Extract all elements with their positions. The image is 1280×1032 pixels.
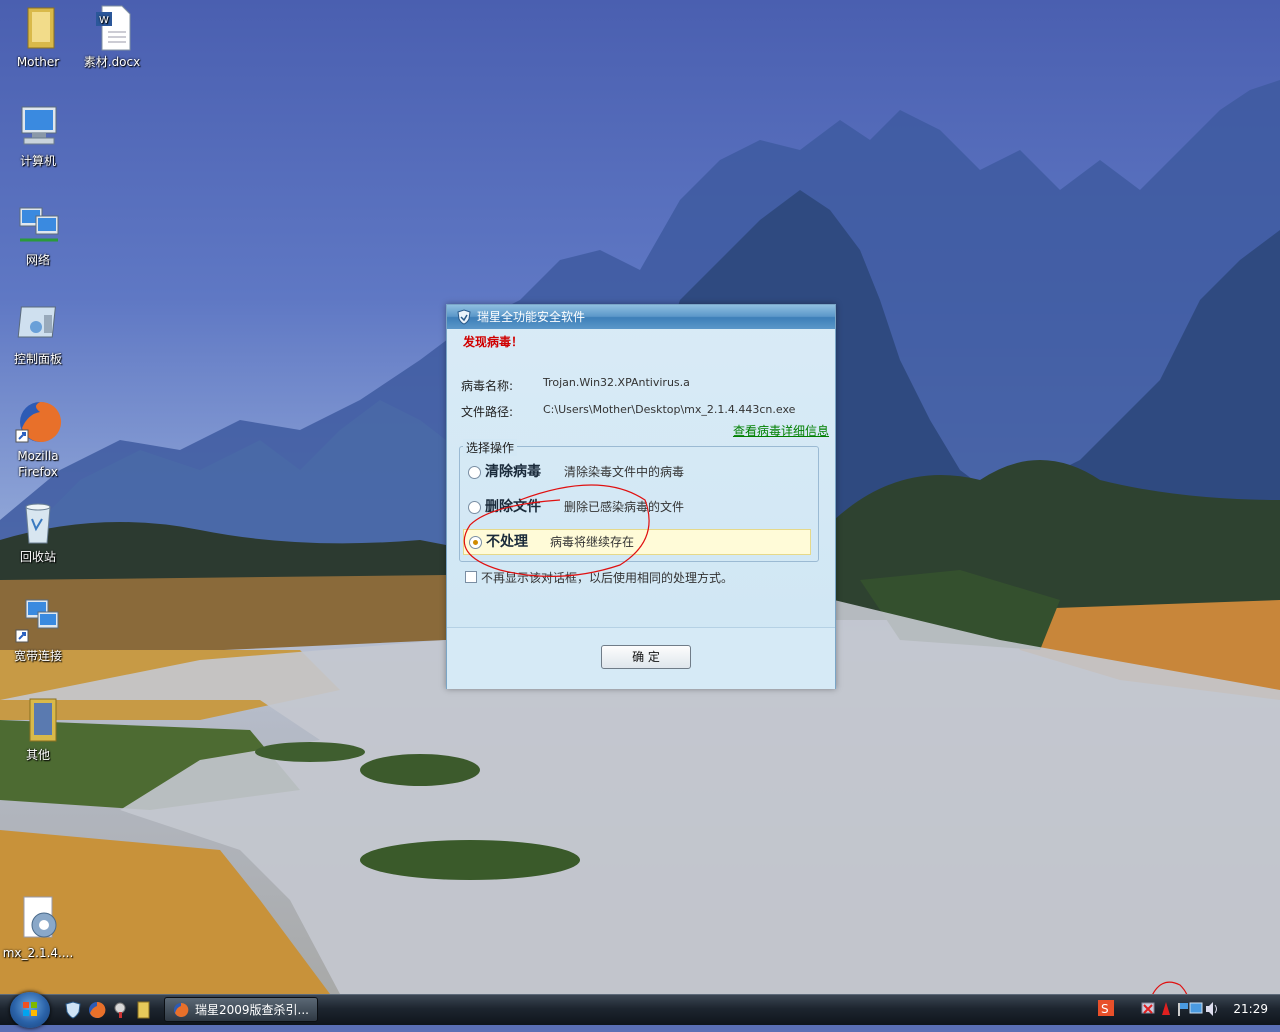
word-document-icon: W: [88, 4, 136, 52]
desktop-icon-broadband[interactable]: 宽带连接: [0, 598, 76, 664]
file-path-label: 文件路径:: [461, 405, 514, 419]
desktop-icon-computer[interactable]: 计算机: [0, 103, 76, 169]
desktop-icon-label: mx_2.1.4....: [2, 946, 74, 960]
broadband-connection-icon: [14, 598, 62, 646]
desktop-icon-recycle-bin[interactable]: 回收站: [0, 499, 76, 565]
network-icon: [14, 202, 62, 250]
desktop-icon-network[interactable]: 网络: [0, 202, 76, 268]
option-desc: 病毒将继续存在: [550, 535, 635, 549]
desktop-icon-docx[interactable]: W 素材.docx: [74, 4, 150, 70]
desktop-icon-control-panel[interactable]: 控制面板: [0, 301, 76, 367]
option-clean-virus[interactable]: 清除病毒 清除染毒文件中的病毒: [463, 460, 811, 484]
desktop-icon-label: 网络: [25, 253, 50, 267]
remember-choice-row[interactable]: 不再显示该对话框，以后使用相同的处理方式。: [465, 569, 733, 586]
option-ignore[interactable]: 不处理 病毒将继续存在: [463, 529, 811, 555]
virus-details-link[interactable]: 查看病毒详细信息: [733, 422, 829, 439]
network-error-icon[interactable]: [1141, 1002, 1155, 1014]
desktop-icon-label: 其他: [25, 748, 50, 762]
desktop-icon-label: Mozilla Firefox: [17, 449, 59, 479]
volume-icon[interactable]: [1206, 1002, 1217, 1016]
installer-icon: [14, 895, 62, 943]
option-main-label: 不处理: [486, 534, 528, 550]
remember-choice-checkbox[interactable]: [465, 571, 477, 583]
desktop-icon-label: 回收站: [19, 550, 56, 564]
taskbar-clock[interactable]: 21:29: [1233, 1002, 1268, 1016]
option-main-label: 删除文件: [485, 499, 541, 515]
dialog-footer: 确 定: [447, 627, 835, 689]
windows-logo-icon: [23, 1002, 37, 1016]
desktop-icon-installer[interactable]: mx_2.1.4....: [0, 895, 76, 961]
dialog-titlebar[interactable]: 瑞星全功能安全软件: [447, 305, 835, 329]
flag-tray-icon[interactable]: [1178, 1003, 1188, 1016]
quicklaunch-firefox-icon[interactable]: [88, 1001, 106, 1019]
quicklaunch-rising-icon[interactable]: [64, 1001, 82, 1019]
quicklaunch-tool-icon[interactable]: [111, 1001, 129, 1019]
option-delete-file[interactable]: 删除文件 删除已感染病毒的文件: [463, 495, 811, 519]
desktop-icon-label: 宽带连接: [13, 649, 62, 663]
clean-virus-radio[interactable]: [468, 466, 481, 479]
recycle-bin-icon: [14, 499, 62, 547]
svg-text:S: S: [1101, 1002, 1109, 1016]
desktop-icon-label: Mother: [16, 55, 60, 69]
computer-icon: [14, 103, 62, 151]
desktop-icon-label: 计算机: [19, 154, 56, 168]
action-group-title: 选择操作: [463, 439, 518, 456]
desktop-icon-firefox[interactable]: Mozilla Firefox: [0, 398, 76, 480]
firefox-icon: [173, 1002, 189, 1027]
desktop-icon-label: 控制面板: [13, 352, 62, 366]
option-desc: 清除染毒文件中的病毒: [564, 465, 685, 479]
monitor-tray-icon[interactable]: [1189, 1002, 1203, 1014]
taskbar-button-rising[interactable]: 瑞星2009版查杀引...: [164, 997, 318, 1022]
system-tray: S 21:29: [1096, 995, 1280, 1025]
virus-found-alert: 发现病毒！: [463, 335, 524, 349]
desktop-icon-mother[interactable]: Mother: [0, 4, 76, 70]
ignore-radio[interactable]: [469, 536, 482, 549]
remember-choice-label: 不再显示该对话框，以后使用相同的处理方式。: [481, 571, 734, 585]
taskbar: 瑞星2009版查杀引... S 21:29: [0, 992, 1280, 1028]
firefox-icon: [14, 398, 62, 446]
option-main-label: 清除病毒: [485, 464, 541, 480]
svg-text:W: W: [99, 15, 109, 26]
control-panel-icon: [14, 301, 62, 349]
file-path-value: C:\Users\Mother\Desktop\mx_2.1.4.443cn.e…: [543, 403, 796, 416]
option-desc: 删除已感染病毒的文件: [564, 500, 685, 514]
rising-tray-icon[interactable]: [1162, 1002, 1170, 1015]
delete-file-radio[interactable]: [468, 501, 481, 514]
desktop-icon-other[interactable]: 其他: [0, 697, 76, 763]
rising-shield-icon: [457, 309, 471, 333]
desktop-icon-label: 素材.docx: [83, 55, 141, 69]
virus-alert-dialog: 瑞星全功能安全软件 发现病毒！ 病毒名称: Trojan.Win32.XPAnt…: [446, 304, 836, 689]
virus-name-label: 病毒名称:: [461, 379, 514, 393]
ok-button[interactable]: 确 定: [601, 645, 691, 669]
taskbar-button-label: 瑞星2009版查杀引...: [195, 1003, 309, 1017]
sogou-ime-icon[interactable]: S: [1098, 1000, 1114, 1016]
virus-name-value: Trojan.Win32.XPAntivirus.a: [543, 376, 690, 389]
folder-icon: [14, 4, 62, 52]
quicklaunch-folder-icon[interactable]: [134, 1001, 152, 1019]
folder-icon: [14, 697, 62, 745]
dialog-title: 瑞星全功能安全软件: [477, 310, 586, 324]
start-button[interactable]: [10, 992, 50, 1028]
